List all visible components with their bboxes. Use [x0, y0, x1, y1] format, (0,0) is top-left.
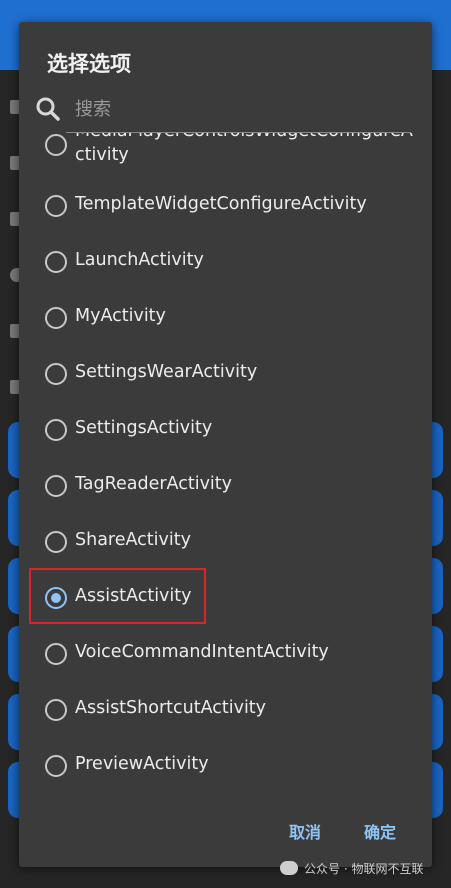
- option-label: PreviewActivity: [75, 754, 209, 774]
- radio-button[interactable]: [45, 363, 67, 385]
- select-option-dialog: 选择选项 MediaPlayerControlsWidgetConfigureA…: [19, 22, 432, 867]
- option-item[interactable]: VoiceCommandIntentActivity: [19, 626, 432, 682]
- radio-button[interactable]: [45, 531, 67, 553]
- watermark-text: 公众号 · 物联网不互联: [304, 862, 424, 876]
- option-label: MyActivity: [75, 306, 166, 326]
- wechat-icon: [280, 861, 298, 875]
- option-label: SettingsActivity: [75, 418, 213, 438]
- option-label: MediaPlayerControlsWidgetConfigureA: [75, 133, 413, 141]
- option-label: AssistShortcutActivity: [75, 698, 267, 718]
- option-label: SettingsWearActivity: [75, 362, 258, 382]
- confirm-button[interactable]: 确定: [364, 819, 396, 843]
- option-item[interactable]: TemplateWidgetConfigureActivity: [19, 178, 432, 234]
- search-row: [33, 88, 413, 132]
- option-item[interactable]: MyActivity: [19, 290, 432, 346]
- radio-button[interactable]: [45, 134, 67, 156]
- radio-button[interactable]: [45, 755, 67, 777]
- option-item[interactable]: AssistShortcutActivity: [19, 682, 432, 738]
- option-label: TemplateWidgetConfigureActivity: [75, 194, 367, 214]
- highlight-annotation-box: [29, 568, 206, 624]
- option-label: LaunchActivity: [75, 250, 204, 270]
- radio-button[interactable]: [45, 251, 67, 273]
- radio-button[interactable]: [45, 195, 67, 217]
- search-input[interactable]: [73, 88, 410, 130]
- option-label: VoiceCommandIntentActivity: [75, 642, 329, 662]
- option-item[interactable]: PreviewActivity: [19, 738, 432, 794]
- radio-button[interactable]: [45, 699, 67, 721]
- option-item[interactable]: SettingsActivity: [19, 402, 432, 458]
- option-item[interactable]: TagReaderActivity: [19, 458, 432, 514]
- radio-button[interactable]: [45, 643, 67, 665]
- watermark: 公众号 · 物联网不互联: [280, 858, 445, 880]
- option-item[interactable]: LaunchActivity: [19, 234, 432, 290]
- option-label: ctivity: [75, 145, 129, 165]
- option-item[interactable]: MediaPlayerControlsWidgetConfigureA ctiv…: [19, 133, 432, 179]
- cancel-button[interactable]: 取消: [289, 819, 321, 843]
- radio-button[interactable]: [45, 307, 67, 329]
- dialog-title: 选择选项: [47, 52, 131, 76]
- options-list[interactable]: MediaPlayerControlsWidgetConfigureA ctiv…: [19, 133, 432, 808]
- option-item[interactable]: SettingsWearActivity: [19, 346, 432, 402]
- radio-button[interactable]: [45, 419, 67, 441]
- option-label: ShareActivity: [75, 530, 191, 550]
- option-item[interactable]: ShareActivity: [19, 514, 432, 570]
- search-icon: [36, 97, 60, 121]
- option-label: TagReaderActivity: [75, 474, 233, 494]
- radio-button[interactable]: [45, 475, 67, 497]
